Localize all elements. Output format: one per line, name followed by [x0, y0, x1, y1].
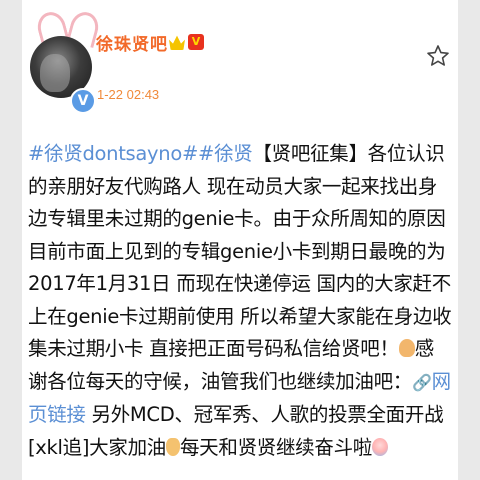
favorite-button[interactable] — [426, 44, 450, 68]
post-text-main: 【贤吧征集】各位认识的亲朋好友代购路人 现在动员大家一起来找出身边专辑里未过期的… — [28, 142, 452, 360]
star-outline-icon — [427, 45, 449, 66]
user-name[interactable]: 徐珠贤吧 — [96, 30, 168, 55]
hashtag-dontsayno[interactable]: #徐贤dontsayno# — [28, 142, 198, 165]
pray-emoji-icon — [398, 339, 415, 357]
post-text-end: 每天和贤贤继续奋斗啦 — [179, 435, 372, 459]
clap-emoji-icon — [165, 437, 180, 456]
user-badges: V — [169, 34, 204, 50]
link-icon: 🔗 — [412, 372, 432, 392]
post-time: 1-22 02:43 — [97, 87, 160, 102]
hashtag-seohyun[interactable]: #徐贤 — [198, 142, 253, 165]
weibo-post-card: V 徐珠贤吧 V 1-22 02:43 #徐贤dontsayno##徐贤【贤吧征… — [22, 0, 458, 480]
verified-badge-icon: V — [70, 88, 96, 114]
post-content: #徐贤dontsayno##徐贤【贤吧征集】各位认识的亲朋好友代购路人 现在动员… — [28, 138, 452, 464]
crown-badge-icon — [169, 35, 185, 50]
doll-emoji-icon — [371, 437, 388, 456]
vip-badge-icon: V — [188, 34, 204, 50]
avatar[interactable]: V — [30, 8, 102, 114]
